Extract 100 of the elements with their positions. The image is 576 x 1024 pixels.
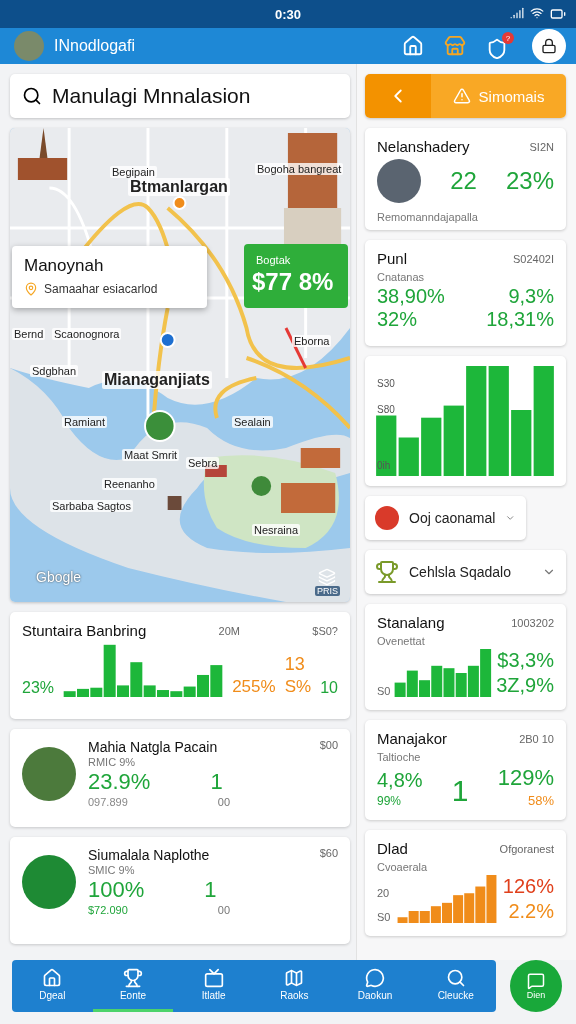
value-text: 255% [232,677,276,697]
map-label: Sealain [232,416,273,428]
lock-button[interactable] [532,29,566,63]
card-note: Remomanndajapalla [377,211,478,223]
trophy-icon [123,968,143,988]
avatar [22,854,76,909]
map-label: Ramiant [62,416,107,428]
value-text: 23.9% [88,769,151,795]
axis-tick: 0ih [377,460,391,471]
card-title: Punl [377,250,408,267]
price-label: Bogtak [256,254,291,266]
map-label: Maat Smrit [122,449,180,461]
avatar [22,746,76,801]
chart-bar [443,668,455,697]
chart-bar [475,886,485,923]
value-text: 99% [377,794,402,808]
map-label: Bernd [12,328,46,340]
lock-icon [541,38,557,54]
person-name: Siumalala Naplothe [88,847,210,863]
dropdown[interactable]: Ooj caonamal [365,496,526,540]
person-subtitle: SMIC 9% [88,864,135,876]
map-label: Begipain [110,166,157,178]
value-text: 32% [377,308,418,331]
map-label: Bogoha bangreat [255,163,344,175]
nav-tab[interactable]: Eonte [92,960,174,1012]
value-text: 2.2% [508,900,554,923]
nav-tab[interactable]: Raoks [254,960,335,1012]
map-icon [284,968,305,988]
map-label: Eborna [292,335,332,347]
card-title: Stanalang [377,614,445,631]
value-text: 1 [451,774,469,808]
card-meta: Ofgoranest [499,842,554,855]
map-label: Sebra [186,457,220,469]
value-text: 100% [88,877,145,903]
nav-tab[interactable]: Itlatle [173,960,254,1012]
card-subtitle: Ovenettat [377,635,425,647]
store-icon[interactable] [444,35,466,57]
card-title: Manajakor [377,730,448,747]
warning-icon [452,87,471,105]
nav-tab[interactable]: Daokun [334,960,416,1012]
card-meta: SI2N [529,140,554,153]
map-logo: Gbogle [36,569,82,585]
layers-label: PRIS [315,586,340,596]
chart-bar [486,875,497,923]
wifi-icon [530,6,544,20]
avatar[interactable] [14,31,44,61]
chart-bar [210,665,223,697]
chart-bar [430,906,441,923]
value-text: 18,31% [486,308,554,331]
nav-tab[interactable]: Cleucke [415,960,497,1012]
card-title: Stuntaira Banbring [22,622,147,639]
tv-icon [203,968,224,988]
amount-text: 097.899 [88,796,128,808]
nav-tab[interactable]: Dgeal [12,960,93,1012]
person-subtitle: RMIC 9% [88,756,136,768]
card-corner: $S0? [312,624,338,637]
value-text: S% [284,677,312,697]
map-label: Sdgbhan [30,365,79,377]
status-time: 0:30 [275,6,301,22]
signal-icon [510,6,524,20]
count-text: 1 [210,769,223,795]
count-text: 1 [204,877,217,903]
card-subtitle: Cnatanas [377,271,425,283]
axis-tick: S0 [377,685,391,697]
amount-text: $72.090 [88,904,128,916]
value-text: 23% [505,167,554,195]
home-icon [42,968,63,988]
axis-tick: 20 [377,887,390,899]
search-field[interactable]: Manulagi Mnnalasion [10,74,350,118]
person-name: Mahia Natgla Pacain [88,739,218,755]
axis-tick: S80 [377,404,395,415]
floating-action-button[interactable]: Dien [510,960,562,1012]
value-text: 10 [320,679,338,697]
card-meta: 20M [218,624,240,637]
dropdown[interactable]: Cehlsla Sqadalo [365,550,566,594]
pin-icon [24,282,38,296]
count-subtitle: 00 [217,904,230,916]
card-meta: S02402I [513,252,554,265]
chart-bar [421,417,442,476]
card-title: Nelanshadery [377,138,470,155]
map-label: Btmanlargan [128,178,230,196]
map-label: Nesraina [252,524,301,536]
card-subtitle: Taltioche [377,751,421,763]
avatar [377,159,421,203]
chart-bar [456,673,468,697]
badge-icon [375,506,399,530]
layers-icon[interactable] [318,568,337,586]
card-corner: $60 [319,847,338,859]
value-text: $3,3% [497,649,554,672]
back-button[interactable] [365,74,431,118]
chart-bar [419,911,430,923]
home-icon[interactable] [402,35,424,57]
chat-icon [527,972,545,990]
search-icon [445,968,466,988]
value-text: 22 [450,167,477,195]
value-text: 129% [497,765,554,791]
card-title: Dlad [377,840,408,857]
count-subtitle: 00 [217,796,230,808]
value-text: 23% [22,679,55,697]
value-text: 9,3% [508,285,554,308]
